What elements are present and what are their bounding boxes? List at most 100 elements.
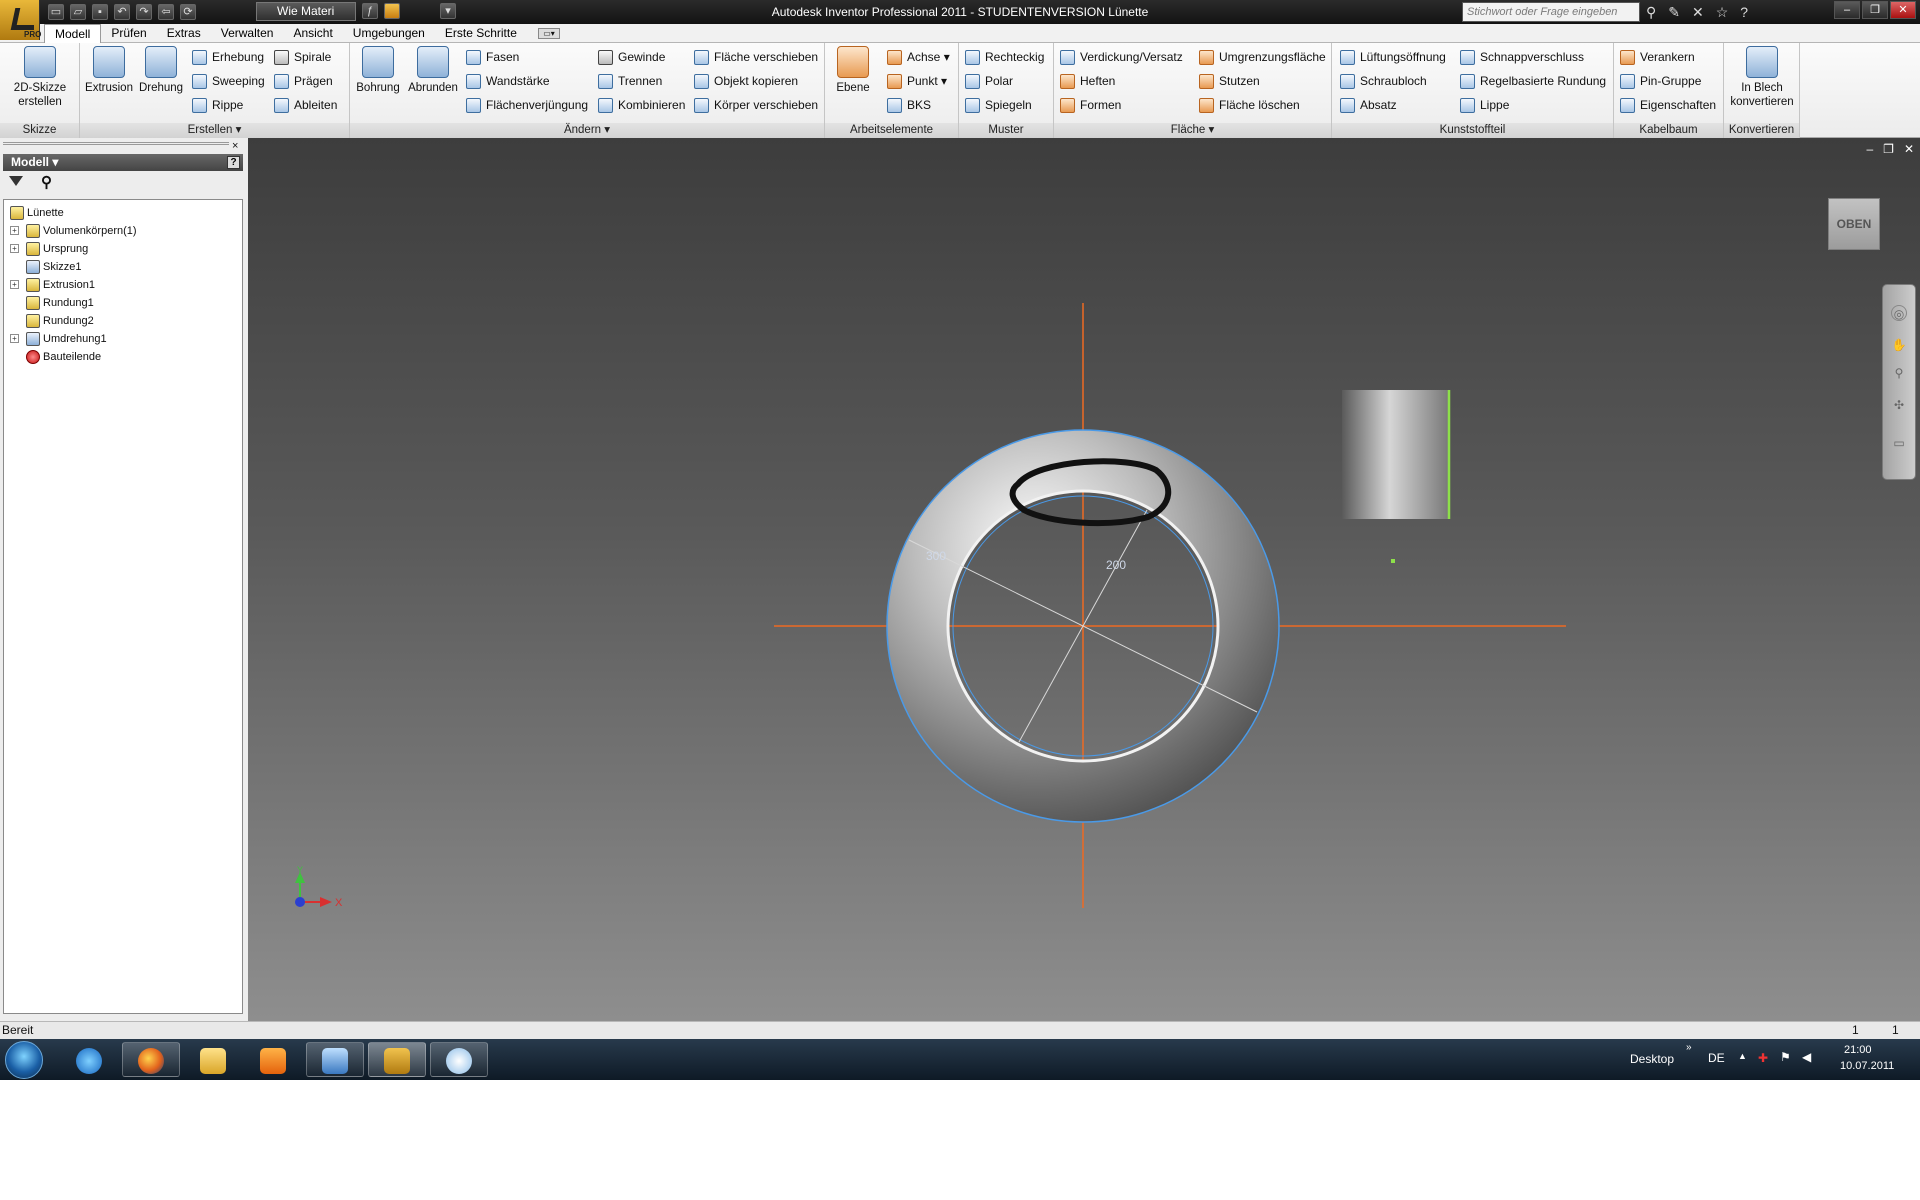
tree-node-extrusion1[interactable]: Extrusion1 (26, 276, 95, 294)
flaeche-loeschen-button[interactable]: Fläche löschen (1199, 95, 1300, 115)
action-center-icon[interactable]: ⚑ (1780, 1050, 1791, 1064)
in-blech-konvertieren-button[interactable]: In Blech konvertieren (1726, 46, 1798, 109)
steering-wheel-icon[interactable]: ◎ (1891, 305, 1907, 321)
maximize-button[interactable]: ❐ (1862, 1, 1888, 19)
kombinieren-button[interactable]: Kombinieren (598, 95, 685, 115)
tree-node-rundung1[interactable]: Rundung1 (26, 294, 94, 312)
tree-node-umdrehung1[interactable]: Umdrehung1 (26, 330, 107, 348)
help-icon[interactable]: ? (1740, 2, 1748, 22)
bks-button[interactable]: BKS (887, 95, 931, 115)
trennen-button[interactable]: Trennen (598, 71, 662, 91)
extrusion-button[interactable]: Extrusion (84, 46, 134, 95)
orbit-icon[interactable]: ✣ (1891, 397, 1907, 413)
ebene-button[interactable]: Ebene (829, 46, 877, 95)
tab-extras[interactable]: Extras (157, 24, 211, 43)
gewinde-button[interactable]: Gewinde (598, 47, 665, 67)
taskbar-remote-desktop[interactable] (306, 1042, 364, 1077)
schnappverschluss-button[interactable]: Schnappverschluss (1460, 47, 1584, 67)
pan-icon[interactable]: ✋ (1891, 337, 1907, 353)
help-search-input[interactable]: Stichwort oder Frage eingeben (1462, 2, 1640, 22)
network-icon[interactable]: ✚ (1758, 1051, 1768, 1065)
browser-help-button[interactable]: ? (227, 156, 240, 169)
cylinder-body[interactable] (1342, 390, 1448, 519)
objekt-kopieren-button[interactable]: Objekt kopieren (694, 71, 798, 91)
search-icon[interactable]: ⚲ (1646, 2, 1656, 22)
browser-header[interactable]: Modell ▾ ? (3, 154, 243, 171)
ribbon-toggle-icon[interactable]: ▭▾ (538, 28, 560, 39)
lippe-button[interactable]: Lippe (1460, 95, 1509, 115)
erhebung-button[interactable]: Erhebung (192, 47, 264, 67)
browser-grip[interactable] (3, 142, 229, 145)
taskbar-firefox[interactable] (122, 1042, 180, 1077)
graphics-window[interactable]: – ❐ ✕ 300 200 X Y OBEN ◎ ✋ ⚲ ✣ ▭ (248, 138, 1920, 1021)
polar-button[interactable]: Polar (965, 71, 1013, 91)
absatz-button[interactable]: Absatz (1340, 95, 1397, 115)
tab-ansicht[interactable]: Ansicht (283, 24, 342, 43)
tree-node-rundung2[interactable]: Rundung2 (26, 312, 94, 330)
tab-pruefen[interactable]: Prüfen (101, 24, 156, 43)
praegen-button[interactable]: Prägen (274, 71, 333, 91)
minimize-button[interactable]: – (1834, 1, 1860, 19)
tree-node-volumenkoerper[interactable]: Volumenkörpern(1) (26, 222, 137, 240)
expand-icon[interactable]: + (10, 244, 19, 253)
tray-expand-icon[interactable]: ▲ (1738, 1051, 1747, 1061)
lueftung-button[interactable]: Lüftungsöffnung (1340, 47, 1446, 67)
tree-node-ursprung[interactable]: Ursprung (26, 240, 88, 258)
punkt-button[interactable]: Punkt ▾ (887, 71, 947, 91)
taskbar-paint[interactable] (430, 1042, 488, 1077)
tab-modell[interactable]: Modell (44, 24, 102, 44)
tree-node-root[interactable]: Lünette (10, 204, 64, 222)
ableiten-button[interactable]: Ableiten (274, 95, 337, 115)
desktop-toolbar[interactable]: Desktop (1630, 1052, 1674, 1066)
tree-node-skizze1[interactable]: Skizze1 (26, 258, 82, 276)
taskbar-inventor[interactable] (368, 1042, 426, 1077)
schraubloch-button[interactable]: Schraubloch (1340, 71, 1427, 91)
drehung-button[interactable]: Drehung (136, 46, 186, 95)
rippe-button[interactable]: Rippe (192, 95, 243, 115)
tab-erste-schritte[interactable]: Erste Schritte (435, 24, 527, 43)
taskbar-explorer[interactable] (184, 1042, 242, 1077)
wrench-icon[interactable]: ✎ (1668, 2, 1680, 22)
clock-time[interactable]: 21:00 (1844, 1044, 1872, 1056)
browser-close-button[interactable]: × (232, 140, 238, 152)
find-icon[interactable]: ⚲ (41, 173, 52, 191)
umgrenzungsflaeche-button[interactable]: Umgrenzungsfläche (1199, 47, 1326, 67)
sketch-point[interactable] (1391, 559, 1395, 563)
verdickung-button[interactable]: Verdickung/Versatz (1060, 47, 1183, 67)
abrunden-button[interactable]: Abrunden (406, 46, 460, 95)
volume-icon[interactable]: ◀ (1802, 1050, 1811, 1064)
close-button[interactable]: ✕ (1890, 1, 1916, 19)
dimension-inner-label[interactable]: 200 (1106, 558, 1126, 572)
expand-icon[interactable]: + (10, 280, 19, 289)
dimension-outer-label[interactable]: 300 (926, 549, 946, 563)
taskbar-internet-explorer[interactable] (60, 1042, 118, 1077)
look-at-icon[interactable]: ▭ (1891, 435, 1907, 451)
sweeping-button[interactable]: Sweeping (192, 71, 265, 91)
start-button[interactable] (5, 1041, 43, 1079)
zoom-icon[interactable]: ⚲ (1891, 365, 1907, 381)
pin-gruppe-button[interactable]: Pin-Gruppe (1620, 71, 1701, 91)
tab-umgebungen[interactable]: Umgebungen (343, 24, 435, 43)
panel-title-aendern[interactable]: Ändern ▾ (350, 123, 824, 138)
flaeche-verschieben-button[interactable]: Fläche verschieben (694, 47, 818, 67)
viewcube[interactable]: OBEN (1828, 198, 1880, 250)
stutzen-button[interactable]: Stutzen (1199, 71, 1260, 91)
heften-button[interactable]: Heften (1060, 71, 1115, 91)
clock-date[interactable]: 10.07.2011 (1840, 1060, 1894, 1072)
model-canvas[interactable]: 300 200 X Y (248, 138, 1920, 1021)
wandstaerke-button[interactable]: Wandstärke (466, 71, 550, 91)
rechteckig-button[interactable]: Rechteckig (965, 47, 1044, 67)
bohrung-button[interactable]: Bohrung (352, 46, 404, 95)
expand-icon[interactable]: + (10, 334, 19, 343)
expand-icon[interactable]: + (10, 226, 19, 235)
create-2d-sketch-button[interactable]: 2D-Skizze erstellen (4, 46, 76, 109)
formen-button[interactable]: Formen (1060, 95, 1121, 115)
panel-title-flaeche[interactable]: Fläche ▾ (1054, 123, 1331, 138)
spiegeln-button[interactable]: Spiegeln (965, 95, 1032, 115)
taskbar-media-player[interactable] (244, 1042, 302, 1077)
language-indicator[interactable]: DE (1708, 1051, 1725, 1065)
verankern-button[interactable]: Verankern (1620, 47, 1695, 67)
regelbasierte-rundung-button[interactable]: Regelbasierte Rundung (1460, 71, 1606, 91)
filter-icon[interactable] (9, 176, 23, 186)
favorites-icon[interactable]: ☆ (1716, 2, 1729, 22)
